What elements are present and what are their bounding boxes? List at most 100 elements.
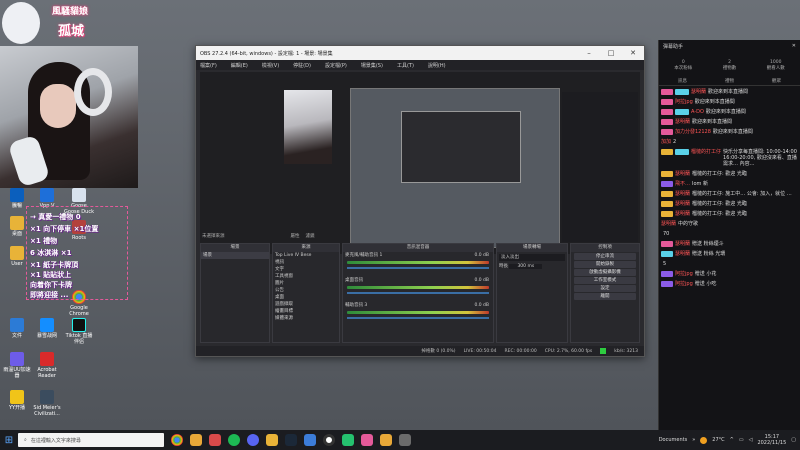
source-item[interactable]: 公告 bbox=[273, 287, 339, 294]
desktop-icon[interactable]: Tiktok 直播伴侣 bbox=[64, 318, 94, 345]
source-item[interactable]: 桌面 bbox=[273, 294, 339, 301]
studio-mode-button[interactable]: 工作室模式 bbox=[574, 277, 636, 284]
chat-message: 70 bbox=[663, 231, 670, 237]
app-taskbar-icon[interactable] bbox=[399, 434, 411, 446]
desktop-icon[interactable]: 雨溫UU加速器 bbox=[2, 352, 32, 379]
webcam-overlay bbox=[0, 46, 138, 188]
obs-icon[interactable] bbox=[323, 434, 335, 446]
properties-button[interactable]: 屬性 bbox=[291, 233, 300, 239]
source-item[interactable]: Top Live IV Bese bbox=[273, 252, 339, 259]
volume-slider[interactable] bbox=[347, 267, 489, 269]
source-item[interactable]: 媒體來源 bbox=[273, 315, 339, 322]
level-badge bbox=[661, 89, 673, 95]
app-taskbar-icon[interactable] bbox=[304, 434, 316, 446]
desktop-icon[interactable]: YY开播 bbox=[2, 390, 32, 411]
tab-gifts[interactable]: 禮物 bbox=[725, 78, 734, 85]
desktop-icon[interactable]: Acrobat Reader bbox=[32, 352, 62, 379]
filters-button[interactable]: 濾鏡 bbox=[306, 233, 315, 239]
menu-view[interactable]: 檢視(V) bbox=[262, 62, 279, 69]
virtual-camera-button[interactable]: 啟動虛擬攝影機 bbox=[574, 269, 636, 276]
tab-messages[interactable]: 訊息 bbox=[678, 78, 687, 85]
windows-start-icon[interactable]: ⊞ bbox=[0, 430, 18, 450]
source-item[interactable]: 繪畫目標 bbox=[273, 308, 339, 315]
menu-docks[interactable]: 停駐(D) bbox=[293, 62, 311, 69]
steam-icon[interactable] bbox=[285, 434, 297, 446]
app-taskbar-icon[interactable] bbox=[380, 434, 392, 446]
clock[interactable]: 15:17 2022/11/15 bbox=[757, 434, 786, 446]
app-taskbar-icon[interactable] bbox=[342, 434, 354, 446]
controls-dock: 控制項 停止串流 開始錄製 啟動虛擬攝影機 工作室模式 設定 離開 bbox=[570, 243, 640, 343]
exit-button[interactable]: 離開 bbox=[574, 293, 636, 300]
tab-viewers[interactable]: 觀眾 bbox=[772, 78, 781, 85]
dock-header: 控制項 bbox=[571, 244, 639, 252]
chat-message: 阿拉jpg 歡迎來到本直播間 bbox=[659, 98, 800, 106]
menu-tools[interactable]: 工具(T) bbox=[397, 62, 414, 69]
discord-icon[interactable] bbox=[247, 434, 259, 446]
temperature[interactable]: 27°C bbox=[712, 437, 724, 443]
preview-webcam bbox=[284, 90, 332, 164]
desktop-icon-label: 暴雪战网 bbox=[36, 333, 57, 339]
tray-up-icon[interactable]: ^ bbox=[730, 437, 734, 443]
maximize-button[interactable]: □ bbox=[600, 49, 622, 57]
desktop-icon[interactable]: 文件 bbox=[2, 318, 32, 339]
source-item[interactable]: 圖片 bbox=[273, 280, 339, 287]
menu-help[interactable]: 說明(H) bbox=[428, 62, 446, 69]
anime-avatar bbox=[2, 2, 40, 44]
overlay-text: 即將迎接 ... bbox=[30, 291, 69, 299]
menu-scene-collection[interactable]: 場景集(S) bbox=[361, 62, 383, 69]
overlay-text: 6 冰淇淋 ×1 bbox=[30, 249, 72, 257]
transition-select[interactable]: 淡入淡出 bbox=[499, 254, 565, 261]
overlay-text: ×1 紙子卡牌頂 bbox=[30, 261, 79, 269]
volume-slider[interactable] bbox=[347, 317, 489, 319]
level-badge bbox=[661, 109, 673, 115]
chat-message: A-DO 歡迎來到本直播間 bbox=[659, 108, 800, 116]
volume-icon[interactable]: ◁ bbox=[749, 437, 753, 443]
network-icon[interactable]: ▭ bbox=[739, 437, 744, 443]
menu-file[interactable]: 檔案(F) bbox=[200, 62, 217, 69]
brand-name: 孤城 bbox=[58, 24, 85, 39]
source-item[interactable]: 視訊 bbox=[273, 259, 339, 266]
stop-stream-button[interactable]: 停止串流 bbox=[574, 253, 636, 260]
desktop-icon[interactable]: 暴雪战网 bbox=[32, 318, 62, 339]
chat-panel[interactable]: 彈幕助手 ✕ 0 本次粉絲 2 禮物數 1000 觀看人數 訊息 禮物 觀眾 瑟明蘭歡… bbox=[658, 40, 800, 430]
chrome-taskbar-icon[interactable] bbox=[171, 434, 183, 446]
folder-icon[interactable] bbox=[266, 434, 278, 446]
menu-profile[interactable]: 設定檔(P) bbox=[325, 62, 347, 69]
app-taskbar-icon[interactable] bbox=[190, 434, 202, 446]
desktop-icon[interactable]: Sid Meier's Civilizati... bbox=[32, 390, 62, 417]
volume-slider[interactable] bbox=[347, 292, 489, 294]
settings-button[interactable]: 設定 bbox=[574, 285, 636, 292]
obs-titlebar[interactable]: OBS 27.2.4 (64-bit, windows) - 設定檔: 1 - … bbox=[196, 46, 644, 60]
chat-header: 彈幕助手 ✕ bbox=[659, 40, 800, 52]
desktop-icon-label: 桌面 bbox=[11, 231, 22, 237]
bitrate: kb/s: 3213 bbox=[614, 348, 638, 354]
source-item[interactable]: 遊戲擷取 bbox=[273, 301, 339, 308]
documents-toolbar[interactable]: Documents bbox=[659, 437, 688, 443]
start-recording-button[interactable]: 開始錄製 bbox=[574, 261, 636, 268]
search-placeholder: 在這裡輸入文字來搜尋 bbox=[30, 437, 81, 444]
app-taskbar-icon[interactable] bbox=[209, 434, 221, 446]
chat-message: 瑟明蘭 中的守歌 bbox=[661, 221, 699, 227]
scene-item[interactable]: 場景 bbox=[201, 252, 269, 259]
desktop-icon-label: Acrobat Reader bbox=[37, 367, 57, 379]
app-taskbar-icon[interactable] bbox=[361, 434, 373, 446]
obs-window[interactable]: OBS 27.2.4 (64-bit, windows) - 設定檔: 1 - … bbox=[195, 45, 645, 357]
duration-input[interactable]: 300 ms bbox=[509, 264, 543, 269]
stat-item: 0 本次粉絲 bbox=[674, 59, 693, 71]
close-button[interactable]: ✕ bbox=[622, 49, 644, 57]
obs-preview[interactable] bbox=[200, 72, 640, 254]
close-icon[interactable]: ✕ bbox=[792, 43, 796, 49]
minimize-button[interactable]: – bbox=[578, 49, 600, 57]
live-time: LIVE: 00:50:04 bbox=[463, 348, 497, 354]
spotify-icon[interactable] bbox=[228, 434, 240, 446]
desktop-icon-label: 文件 bbox=[11, 333, 22, 339]
source-item[interactable]: 文字 bbox=[273, 266, 339, 273]
menu-edit[interactable]: 編輯(E) bbox=[231, 62, 248, 69]
chat-message: 阿拉jpg 贈送 小吃 bbox=[659, 280, 800, 288]
chevron-right-icon[interactable]: » bbox=[692, 437, 695, 443]
source-item[interactable]: 工具視窗 bbox=[273, 273, 339, 280]
taskbar-search[interactable]: ⌕ 在這裡輸入文字來搜尋 bbox=[18, 433, 164, 447]
notification-icon[interactable]: ▢ bbox=[791, 437, 796, 443]
app-icon bbox=[10, 390, 24, 404]
desktop-icon-label: 雨溫UU加速器 bbox=[3, 367, 31, 379]
